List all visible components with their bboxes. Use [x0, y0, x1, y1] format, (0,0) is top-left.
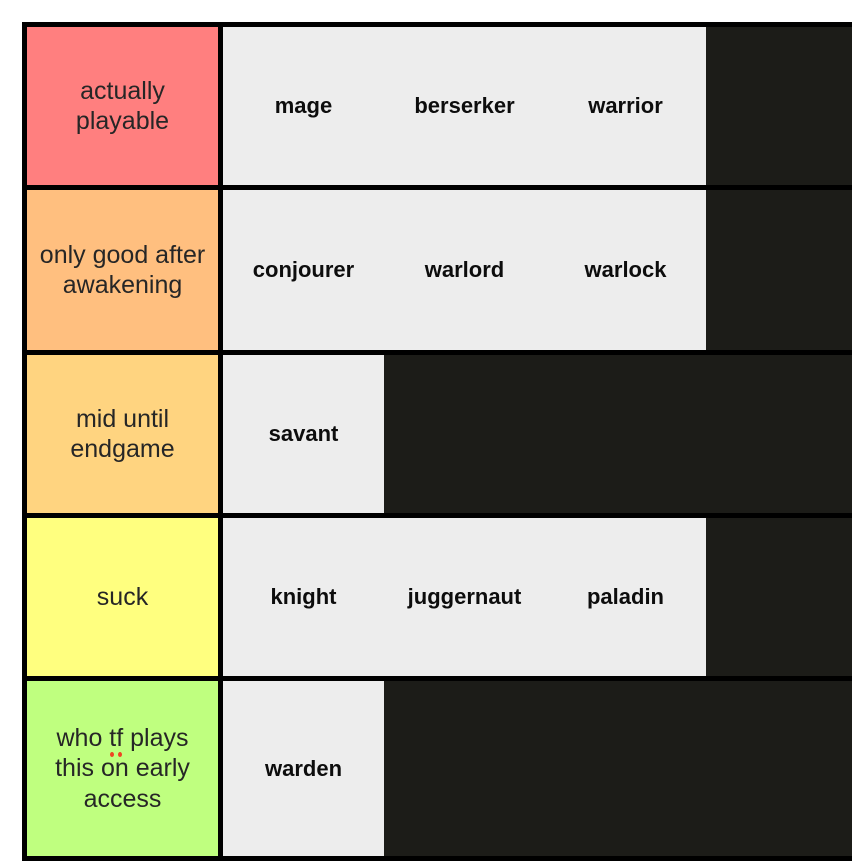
tier-items-row-3[interactable]: savant	[223, 355, 852, 513]
misspelled-word-text: tf	[109, 723, 124, 752]
tier-item[interactable]: knight	[223, 518, 384, 676]
tier-item[interactable]: savant	[223, 355, 384, 513]
tier-label-suck[interactable]: suck	[27, 518, 223, 676]
tier-items-row-2[interactable]: conjourer warlord warlock	[223, 190, 852, 350]
tier-drop-area[interactable]	[384, 355, 852, 513]
tier-label-actually-playable[interactable]: actually playable	[27, 27, 223, 185]
item-strip: warden	[223, 681, 384, 856]
tier-row[interactable]: only good after awakening conjourer warl…	[27, 190, 852, 355]
tier-drop-area[interactable]	[706, 27, 852, 185]
tier-item[interactable]: mage	[223, 27, 384, 185]
tier-item[interactable]: warrior	[545, 27, 706, 185]
tier-item[interactable]: juggernaut	[384, 518, 545, 676]
tier-item[interactable]: warlord	[384, 190, 545, 350]
tier-item[interactable]: warlock	[545, 190, 706, 350]
tier-item[interactable]: paladin	[545, 518, 706, 676]
tier-label-text: suck	[96, 582, 149, 611]
misspelled-word: tf	[109, 723, 124, 758]
tier-label-only-good-after-awakening[interactable]: only good after awakening	[27, 190, 223, 350]
item-strip: mage berserker warrior	[223, 27, 706, 185]
tier-label-text: actually playable	[75, 76, 170, 136]
tier-row[interactable]: who tf plays this on early access warden	[27, 681, 852, 861]
tier-row[interactable]: suck knight juggernaut paladin	[27, 518, 852, 681]
tier-drop-area[interactable]	[706, 518, 852, 676]
tier-label-text-prefix: who	[56, 723, 110, 752]
tier-items-row-4[interactable]: knight juggernaut paladin	[223, 518, 852, 676]
tier-drop-area[interactable]	[706, 190, 852, 350]
tier-item[interactable]: berserker	[384, 27, 545, 185]
tier-item[interactable]: warden	[223, 681, 384, 856]
tier-label-text: only good after awakening	[39, 240, 206, 300]
tier-row[interactable]: actually playable mage berserker warrior	[27, 27, 852, 190]
tier-label-mid-until-endgame[interactable]: mid until endgame	[27, 355, 223, 513]
tier-label-who-tf-plays-this-on-early-access[interactable]: who tf plays this on early access	[27, 681, 223, 856]
tier-list: actually playable mage berserker warrior…	[22, 22, 852, 861]
item-strip: knight juggernaut paladin	[223, 518, 706, 676]
tier-row[interactable]: mid until endgame savant	[27, 355, 852, 518]
tier-items-row-5[interactable]: warden	[223, 681, 852, 856]
item-strip: savant	[223, 355, 384, 513]
tier-item[interactable]: conjourer	[223, 190, 384, 350]
tier-items-row-1[interactable]: mage berserker warrior	[223, 27, 852, 185]
tier-drop-area[interactable]	[384, 681, 852, 856]
tier-label-text: who tf plays this on early access	[35, 723, 210, 815]
item-strip: conjourer warlord warlock	[223, 190, 706, 350]
tier-label-text: mid until endgame	[70, 404, 175, 464]
